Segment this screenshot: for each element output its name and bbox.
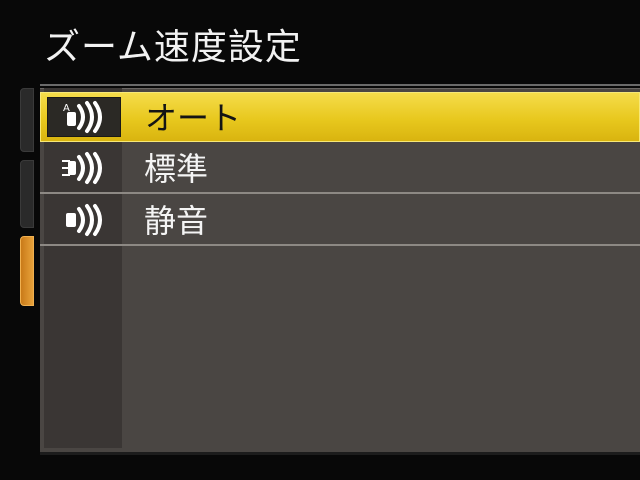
menu-item-label: 標準 xyxy=(144,150,209,188)
icon-column xyxy=(44,88,122,448)
panel-bottom-edge xyxy=(40,452,640,455)
menu-item-silent[interactable]: 静音 xyxy=(40,196,640,246)
menu-item-label: 静音 xyxy=(144,202,209,240)
camera-menu-screen: ズーム速度設定 A オート 標準 静音 xyxy=(0,0,640,480)
side-tab-2[interactable] xyxy=(20,160,34,228)
menu-item-auto[interactable]: A オート xyxy=(40,92,640,142)
side-tab-1[interactable] xyxy=(20,88,34,152)
side-tab-active[interactable] xyxy=(20,236,34,306)
menu-item-label: オート xyxy=(145,99,242,137)
menu-item-normal[interactable]: 標準 xyxy=(40,144,640,194)
zoom-speed-silent-icon xyxy=(46,200,120,240)
page-title: ズーム速度設定 xyxy=(44,27,302,68)
menu-panel xyxy=(40,88,640,452)
title-divider xyxy=(40,84,640,86)
zoom-speed-normal-icon xyxy=(46,148,120,188)
zoom-speed-auto-icon: A xyxy=(47,97,121,137)
